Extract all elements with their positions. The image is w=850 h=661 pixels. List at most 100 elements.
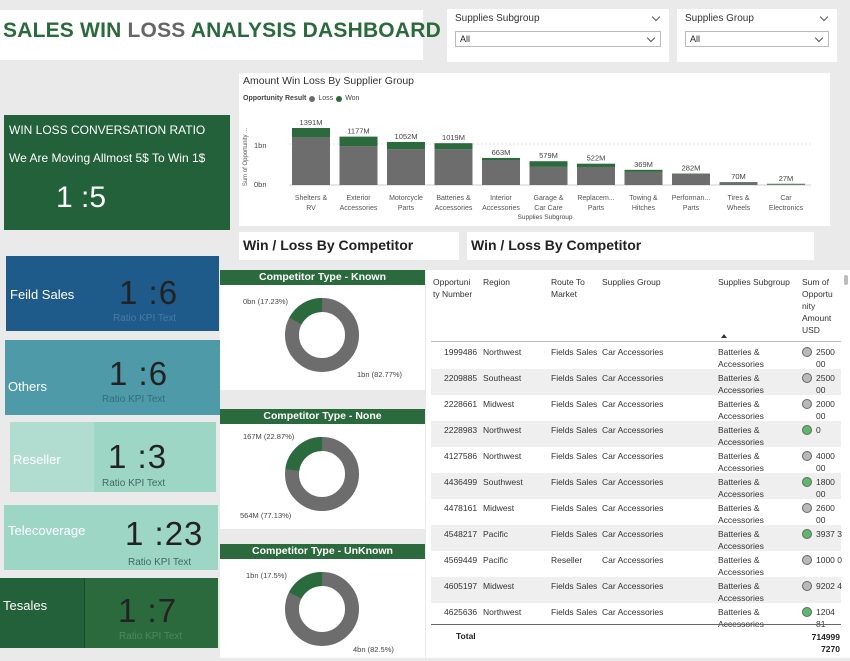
table-row[interactable]: 4625636 Northwest Fields Sales Car Accessor… [431,603,841,629]
cell-region: Northwest [483,347,522,357]
bar-loss[interactable] [434,149,473,185]
cell-subgroup: Batteries & Accessories [718,347,764,369]
col-header-route[interactable]: Route To Market [551,276,591,300]
x-tick-label: Parts [398,205,415,212]
cell-group: Car Accessories [602,451,664,461]
cell-group: Car Accessories [602,399,664,409]
cell-subgroup: Batteries & Accessories [718,607,764,629]
bar-total-label: 1019M [442,133,465,142]
cell-opportunity-number: 4548217 [444,529,478,539]
bar-loss[interactable] [577,166,615,185]
chevron-down-icon[interactable] [819,12,829,22]
supplies-subgroup-dropdown[interactable]: All [455,31,661,47]
bar-won[interactable] [339,136,378,147]
chevron-down-icon[interactable] [651,12,661,22]
bar-loss[interactable] [387,149,425,185]
table-row[interactable]: 4478161 Midwest Fields Sales Car Accessorie… [431,499,841,525]
cell-opportunity-number: 4605197 [444,581,478,591]
bar-loss[interactable] [672,173,710,185]
table-row[interactable]: 4436499 Southwest Fields Sales Car Accessor… [431,473,841,499]
x-tick-label: Exterior [346,195,371,202]
bar-won[interactable] [529,161,568,167]
bar-loss[interactable] [529,166,568,185]
bar-loss[interactable] [482,159,520,185]
bar-loss[interactable] [292,137,330,185]
supplies-group-dropdown[interactable]: All [685,31,829,47]
bar-total-label: 27M [779,174,794,183]
cell-amount: 2500 00 [816,347,835,369]
won-status-icon [802,607,812,617]
bar-loss[interactable] [339,146,378,185]
bar-won[interactable] [577,163,615,167]
cell-route: Fields Sales [551,425,598,435]
x-tick-label: RV [306,205,316,212]
loss-status-icon [802,347,812,357]
bar-total-label: 522M [587,154,606,163]
cell-opportunity-number: 4127586 [444,451,478,461]
cell-group: Car Accessories [602,425,664,435]
donut-panel-unknown: Competitor Type - UnKnown 1bn (17.5%) 4b… [220,544,425,658]
cell-region: Midwest [483,399,515,409]
cell-route: Fields Sales [551,373,598,383]
col-header-group[interactable]: Supplies Group [602,276,661,288]
table-row[interactable]: 2228661 Midwest Fields Sales Car Accessorie… [431,395,841,421]
table-row[interactable]: 4605197 Midwest Fields Sales Car Accessorie… [431,577,842,603]
cell-opportunity-number: 2228661 [444,399,478,409]
bar-loss[interactable] [767,184,805,185]
dashboard-title: SALES WIN LOSS ANALYSIS DASHBOARD [0,10,441,60]
bar-loss[interactable] [719,182,758,185]
bar-won[interactable] [292,128,330,138]
x-tick-label: Parts [588,205,605,212]
cell-amount: 2600 00 [816,503,835,525]
x-tick-label: Accessories [340,205,378,212]
cell-subgroup: Batteries & Accessories [718,477,764,499]
col-header-region[interactable]: Region [483,276,510,288]
sort-asc-icon[interactable] [721,334,727,338]
cell-amount: 1204 81 [816,607,835,629]
loss-status-icon [802,373,812,383]
x-tick-label: Hitches [632,205,656,212]
cell-group: Car Accessories [602,581,664,591]
bar-chart-svg: Sum of Opportunity ... 1bn 0bn Supplies … [243,118,811,221]
table-row[interactable]: 4569449 Pacific Reseller Car Accessories Bat… [431,551,842,577]
bar-total-label: 1052M [395,132,418,141]
cell-subgroup: Batteries & Accessories [718,373,764,395]
donut-panel-none: Competitor Type - None 167M (22.87%) 564… [220,409,425,529]
cell-region: Pacific [483,555,509,565]
cell-group: Car Accessories [602,555,664,565]
amount-win-loss-chart: Amount Win Loss By Supplier Group Opport… [239,73,830,226]
table-row[interactable]: 1999486 Northwest Fields Sales Car Accessor… [431,343,841,369]
cell-amount: 9202 4 [816,581,842,591]
table-row[interactable]: 2209885 Southeast Fields Sales Car Accessor… [431,369,841,395]
table-row[interactable]: 2228983 Northwest Fields Sales Car Accessor… [431,421,841,447]
cell-opportunity-number: 2209885 [444,373,478,383]
bar-won[interactable] [624,169,663,172]
cell-route: Fields Sales [551,529,598,539]
kpi-feild-sales: Feild Sales 1 :6 Ratio KPI Text [6,256,219,331]
col-header-opportunity[interactable]: Opportuni ty Number [433,276,473,300]
table-row[interactable]: 4548217 Pacific Fields Sales Car Accessorie… [431,525,842,551]
cell-amount: 0 [816,425,821,435]
opportunity-table: Opportuni ty Number Region Route To Mark… [426,270,850,658]
bar-won[interactable] [434,143,473,150]
cell-route: Fields Sales [551,503,598,513]
bar-total-label: 369M [634,160,653,169]
cell-opportunity-number: 1999486 [444,347,478,357]
table-scrollbar[interactable] [844,275,848,285]
cell-route: Fields Sales [551,581,598,591]
ratio-subtext: We Are Moving Allmost 5$ To Win 1$ [9,151,206,165]
table-row[interactable]: 4127586 Northwest Fields Sales Car Accessor… [431,447,841,473]
x-tick-label: Car [780,195,792,202]
total-divider [431,624,841,625]
kpi-others: Others 1 :6 Ratio KPI Text [5,340,220,415]
x-tick-label: Interior [490,195,512,202]
bar-won[interactable] [387,141,425,150]
col-header-subgroup[interactable]: Supplies Subgroup [718,276,790,288]
cell-amount: 1000 0 [816,555,842,565]
bar-won[interactable] [482,157,520,160]
won-status-icon [802,477,812,487]
col-header-amount[interactable]: Sum of Opportu nity Amount USD [802,276,840,336]
bar-loss[interactable] [624,171,663,185]
chevron-down-icon [814,33,824,42]
competitor-header-left: Win / Loss By Competitor [239,232,459,260]
